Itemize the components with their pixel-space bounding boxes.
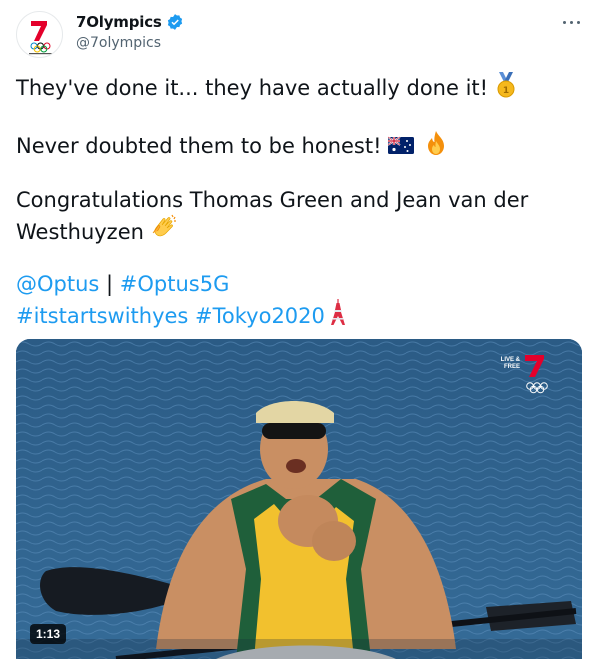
australia-flag-icon [387,136,414,154]
tweet-text-line: Westhuyzen [16,214,178,246]
tweet-text: Congratulations Thomas Green and Jean va… [16,188,529,212]
separator: | [106,272,114,296]
tweet[interactable]: 7Olympics @7olympics They've done it... … [0,0,589,659]
tokyo-tower-icon [330,299,345,325]
tweet-text: They've done it... they have actually do… [16,76,489,100]
seven-olympics-logo-icon [29,21,52,55]
hashtag-link[interactable]: #Optus5G [120,272,230,296]
tweet-links-line: #itstartswithyes #Tokyo2020 [16,298,347,330]
video-duration: 1:13 [30,624,67,644]
tweet-text-line: Never doubted them to be honest! [16,130,448,160]
account-handle[interactable]: @7olympics [76,35,161,51]
seven-network-logo-icon [525,355,548,394]
gold-medal-icon: 1 [497,72,515,98]
verified-badge-icon [167,14,182,30]
tweet-text: Never doubted them to be honest! [16,134,382,158]
broadcaster-logo: LIVE & FREE [492,353,554,395]
display-name[interactable]: 7Olympics [76,13,162,31]
tweet-links-line: @Optus | #Optus5G [16,270,229,298]
tweet-text-line: Congratulations Thomas Green and Jean va… [16,186,528,214]
profile-avatar[interactable] [16,11,63,58]
mention-link[interactable]: @Optus [16,272,99,296]
clapping-hands-icon [152,214,176,237]
more-options-icon[interactable] [560,12,584,32]
svg-text:1: 1 [503,86,509,96]
hashtag-link[interactable]: #Tokyo2020 [195,304,325,328]
fire-icon [427,131,444,155]
hashtag-link[interactable]: #itstartswithyes [16,304,188,328]
tweet-text-line: They've done it... they have actually do… [16,72,518,102]
tweet-text: Westhuyzen [16,220,144,244]
video-player[interactable]: LIVE & FREE 1:13 [16,339,582,659]
